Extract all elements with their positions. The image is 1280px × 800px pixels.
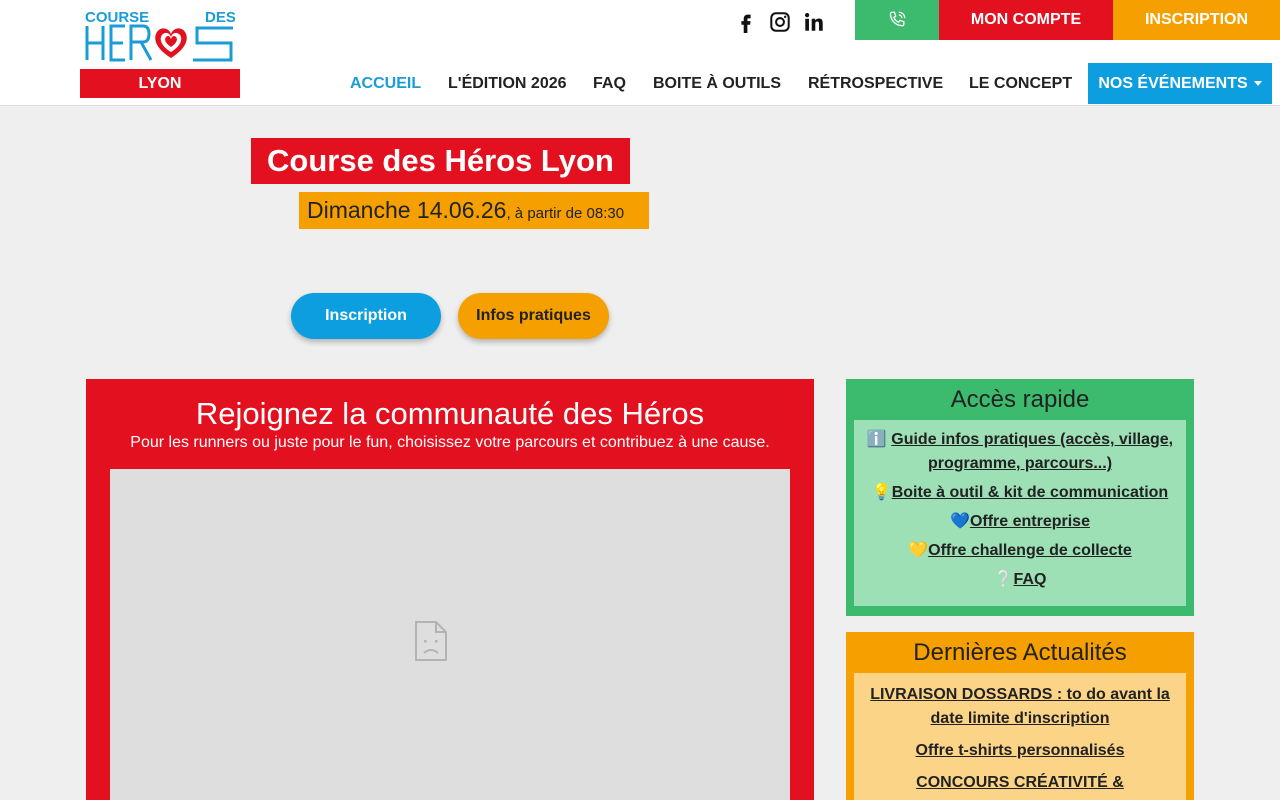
quick-access-card: Accès rapide ℹ️ Guide infos pratiques (a… <box>846 379 1194 616</box>
quick-link-business[interactable]: 💙Offre entreprise <box>864 510 1176 534</box>
blue-heart-icon: 💙 <box>950 513 970 530</box>
phone-button[interactable] <box>855 0 939 40</box>
quick-link-challenge[interactable]: 💛Offre challenge de collecte <box>864 539 1176 563</box>
quick-link-label: Boite à outil & kit de communication <box>891 484 1169 501</box>
lightbulb-icon: 💡 <box>871 484 892 501</box>
news-item[interactable]: LIVRAISON DOSSARDS : to do avant la date… <box>864 683 1176 731</box>
latest-news-title: Dernières Actualités <box>913 639 1127 666</box>
quick-link-toolbox[interactable]: 💡Boite à outil & kit de communication <box>864 481 1176 505</box>
quick-link-guide[interactable]: ℹ️ Guide infos pratiques (accès, village… <box>864 428 1176 476</box>
news-item[interactable]: Offre t-shirts personnalisés <box>864 739 1176 763</box>
chevron-down-icon <box>1253 81 1262 86</box>
nav-concept[interactable]: LE CONCEPT <box>969 63 1072 104</box>
event-date-main: Dimanche 14.06.26 <box>307 197 507 223</box>
nav-toolbox[interactable]: BOITE À OUTILS <box>653 63 781 104</box>
event-date-suffix: , à partir de 08:30 <box>506 205 625 222</box>
nav-events-dropdown[interactable]: NOS ÉVÉNEMENTS <box>1088 63 1272 104</box>
practical-info-button[interactable]: Infos pratiques <box>458 293 609 339</box>
question-icon: ❔ <box>993 571 1014 588</box>
site-header: COURSE DES LYON MON COMPTE INSCRIPTION A <box>0 0 1280 106</box>
quick-link-label: Offre entreprise <box>969 513 1090 530</box>
nav-events-label: NOS ÉVÉNEMENTS <box>1098 74 1248 92</box>
phone-icon <box>889 11 906 27</box>
event-date: Dimanche 14.06.26, à partir de 08:30 <box>299 192 649 229</box>
main-nav: ACCUEIL L'ÉDITION 2026 FAQ BOITE À OUTIL… <box>0 63 1280 104</box>
latest-news-card: Dernières Actualités LIVRAISON DOSSARDS … <box>846 632 1194 800</box>
nav-retrospective[interactable]: RÉTROSPECTIVE <box>808 63 943 104</box>
event-title: Course des Héros Lyon <box>251 138 630 184</box>
video-embed[interactable] <box>110 469 790 800</box>
nav-edition[interactable]: L'ÉDITION 2026 <box>448 63 567 104</box>
my-account-button[interactable]: MON COMPTE <box>939 0 1113 40</box>
linkedin-icon[interactable] <box>801 9 827 35</box>
nav-faq[interactable]: FAQ <box>593 63 626 104</box>
signup-top-button[interactable]: INSCRIPTION <box>1113 0 1280 40</box>
news-item[interactable]: CONCOURS CRÉATIVITÉ & <box>864 771 1176 795</box>
instagram-icon[interactable] <box>767 9 793 35</box>
quick-link-label: Guide infos pratiques (accès, village, p… <box>891 431 1174 472</box>
info-icon: ℹ️ <box>866 431 892 448</box>
logo-course: COURSE <box>85 9 149 26</box>
community-title: Rejoignez la communauté des Héros <box>195 396 705 431</box>
news-list: LIVRAISON DOSSARDS : to do avant la date… <box>854 673 1186 800</box>
quick-link-label: FAQ <box>1013 571 1047 588</box>
logo-mark: COURSE DES <box>85 9 235 62</box>
quick-access-title: Accès rapide <box>950 386 1090 413</box>
nav-home[interactable]: ACCUEIL <box>350 63 421 104</box>
community-subtitle: Pour les runners ou juste pour le fun, c… <box>130 434 770 451</box>
community-section: Rejoignez la communauté des Héros Pour l… <box>86 379 814 800</box>
quick-link-faq[interactable]: ❔FAQ <box>864 568 1176 592</box>
quick-link-label: Offre challenge de collecte <box>928 542 1132 559</box>
facebook-icon[interactable] <box>733 9 759 35</box>
broken-file-icon <box>415 621 447 661</box>
quick-access-list: ℹ️ Guide infos pratiques (accès, village… <box>854 420 1186 606</box>
logo-des: DES <box>205 9 235 26</box>
yellow-heart-icon: 💛 <box>908 542 929 559</box>
hero-signup-button[interactable]: Inscription <box>291 293 441 339</box>
